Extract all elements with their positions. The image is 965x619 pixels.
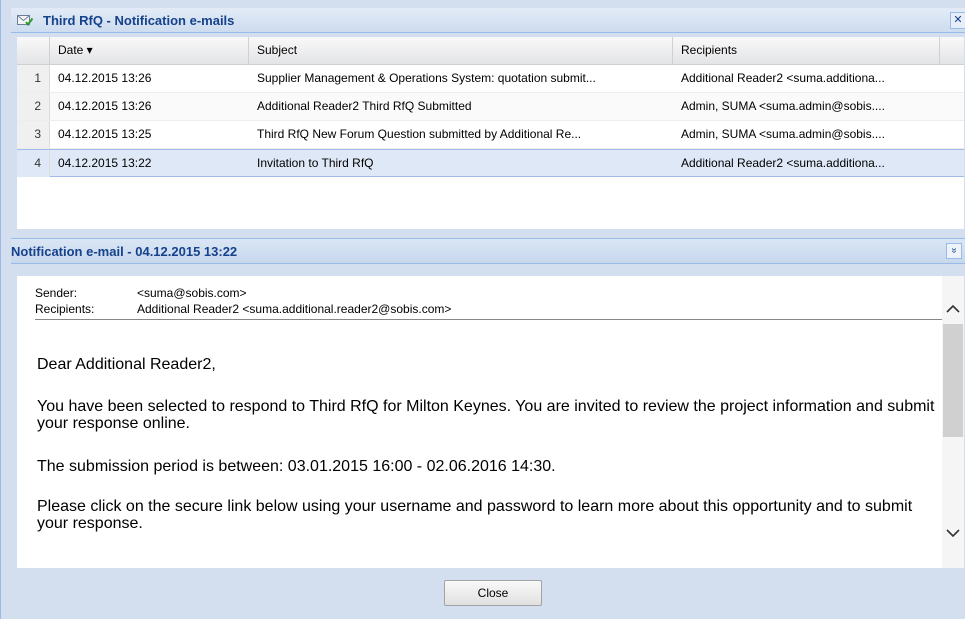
row-recipients: Additional Reader2 <suma.additiona... <box>681 71 885 85</box>
table-row[interactable]: 2 04.12.2015 13:26 Additional Reader2 Th… <box>17 93 964 121</box>
row-date: 04.12.2015 13:22 <box>58 156 152 170</box>
grid-header: Date ▾ Subject Recipients <box>17 37 964 65</box>
row-date: 04.12.2015 13:26 <box>58 71 152 85</box>
collapse-button[interactable]: » <box>946 243 962 259</box>
row-number: 2 <box>17 93 50 120</box>
window-header: Third RfQ - Notification e-mails ✕ <box>11 8 965 33</box>
column-header-subject[interactable]: Subject <box>249 37 673 64</box>
email-paragraph: Please click on the secure link below us… <box>37 498 913 532</box>
email-paragraph: You have been selected to respond to Thi… <box>37 398 935 432</box>
envelope-check-icon <box>17 13 34 27</box>
header-filler <box>940 37 964 64</box>
window-footer: Close <box>11 568 965 619</box>
row-subject: Third RfQ New Forum Question submitted b… <box>257 127 582 141</box>
detail-title: Notification e-mail - 04.12.2015 13:22 <box>11 244 238 259</box>
email-greeting: Dear Additional Reader2, <box>37 356 216 373</box>
row-subject: Invitation to Third RfQ <box>257 156 374 170</box>
sender-value: <suma@sobis.com> <box>137 286 247 300</box>
rownumber-header <box>17 37 50 64</box>
table-row[interactable]: 1 04.12.2015 13:26 Supplier Management &… <box>17 65 964 93</box>
email-paragraph: The submission period is between: 03.01.… <box>37 458 556 475</box>
scrollbar-thumb[interactable] <box>943 324 963 437</box>
row-date: 04.12.2015 13:25 <box>58 127 152 141</box>
email-content: Sender: <suma@sobis.com> Recipients: Add… <box>17 276 942 568</box>
row-recipients: Admin, SUMA <suma.admin@sobis.... <box>681 127 885 141</box>
double-chevron-down-icon: » <box>948 247 960 254</box>
emails-grid: Date ▾ Subject Recipients 1 04.12.2015 1… <box>17 37 964 229</box>
scroll-down-icon[interactable] <box>944 526 962 546</box>
window-title: Third RfQ - Notification e-mails <box>43 13 235 28</box>
column-header-recipients[interactable]: Recipients <box>673 37 940 64</box>
sender-label: Sender: <box>35 286 78 300</box>
row-recipients: Admin, SUMA <suma.admin@sobis.... <box>681 99 885 113</box>
table-row-selected[interactable]: 4 04.12.2015 13:22 Invitation to Third R… <box>17 149 964 177</box>
row-recipients: Additional Reader2 <suma.additiona... <box>681 156 885 170</box>
row-number: 3 <box>17 121 50 148</box>
column-header-date[interactable]: Date ▾ <box>50 37 249 64</box>
close-button[interactable]: Close <box>444 580 542 606</box>
detail-panel-header: Notification e-mail - 04.12.2015 13:22 » <box>11 238 965 264</box>
header-divider <box>35 319 942 320</box>
row-number: 1 <box>17 65 50 92</box>
recipients-label: Recipients: <box>35 302 95 316</box>
notification-emails-window: Third RfQ - Notification e-mails ✕ Date … <box>0 0 965 619</box>
vertical-scrollbar[interactable] <box>942 276 964 568</box>
row-subject: Supplier Management & Operations System:… <box>257 71 596 85</box>
email-headers: Sender: <suma@sobis.com> Recipients: Add… <box>17 276 942 320</box>
window-close-button[interactable]: ✕ <box>950 12 965 29</box>
scroll-up-icon[interactable] <box>944 302 962 322</box>
row-subject: Additional Reader2 Third RfQ Submitted <box>257 99 472 113</box>
row-number: 4 <box>17 150 50 177</box>
row-date: 04.12.2015 13:26 <box>58 99 152 113</box>
recipients-value: Additional Reader2 <suma.additional.read… <box>137 302 452 316</box>
table-row[interactable]: 3 04.12.2015 13:25 Third RfQ New Forum Q… <box>17 121 964 149</box>
